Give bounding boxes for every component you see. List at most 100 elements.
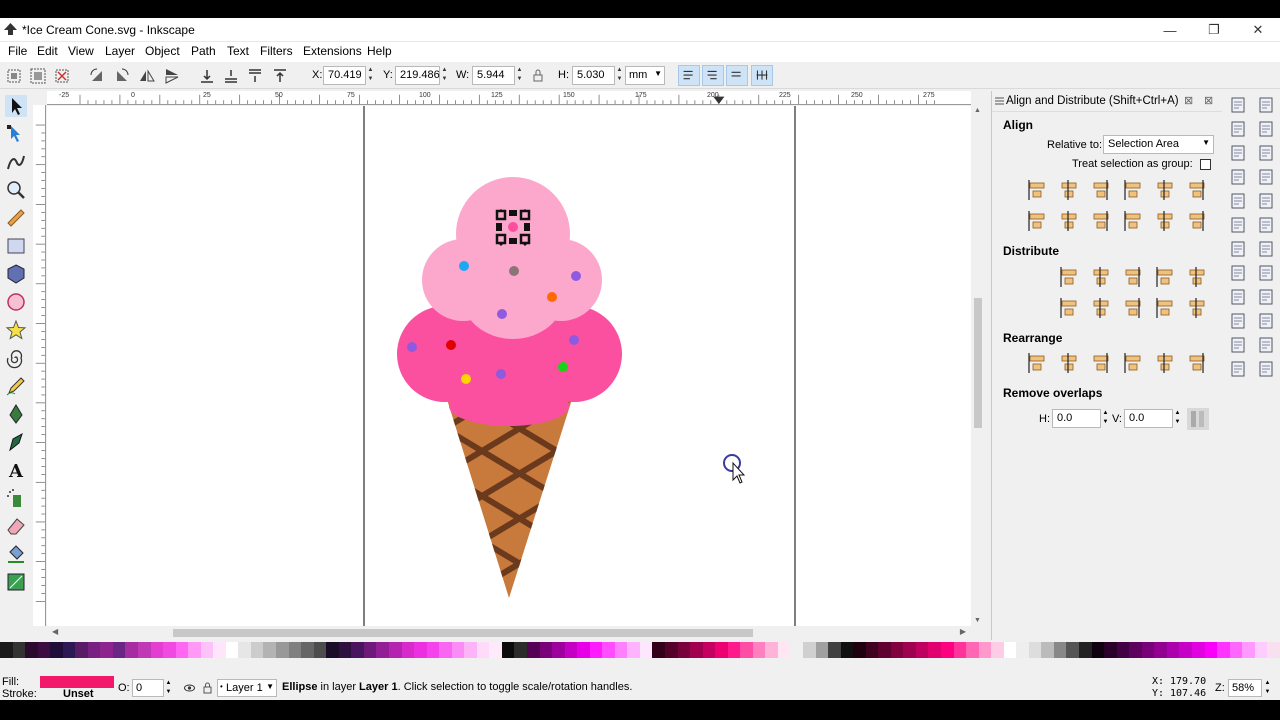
y-field[interactable]: 219.486 — [395, 66, 440, 85]
palette-swatch[interactable] — [815, 642, 829, 658]
overlap-h-spinner[interactable]: ▲ ▼ — [1101, 409, 1110, 428]
layer-lock-icon[interactable] — [203, 682, 212, 694]
palette-swatch[interactable] — [1041, 642, 1054, 658]
menu-path[interactable]: Path — [191, 44, 216, 58]
palette-swatch[interactable] — [225, 642, 239, 658]
palette-swatch[interactable] — [1003, 642, 1017, 658]
palette-swatch[interactable] — [878, 642, 891, 658]
palette-swatch[interactable] — [602, 642, 615, 658]
rearrange-3-icon[interactable] — [1090, 352, 1112, 374]
pencil-tool-icon[interactable] — [5, 375, 27, 397]
palette-swatch[interactable] — [451, 642, 465, 658]
redo-icon[interactable] — [1257, 168, 1275, 186]
palette-swatch[interactable] — [740, 642, 753, 658]
palette-swatch[interactable] — [1254, 642, 1268, 658]
palette-swatch[interactable] — [1217, 642, 1230, 658]
move-gradients-toggle[interactable] — [726, 65, 748, 86]
fill-stroke-icon[interactable] — [1257, 312, 1275, 330]
open-document-icon[interactable] — [1257, 96, 1275, 114]
palette-swatch[interactable] — [953, 642, 967, 658]
new-document-icon[interactable] — [1229, 96, 1247, 114]
close-button[interactable]: ✕ — [1236, 18, 1280, 42]
opacity-field[interactable]: 0 — [132, 679, 164, 697]
unit-select[interactable]: mm ▼ — [625, 66, 665, 85]
fill-swatch[interactable] — [40, 676, 114, 688]
dock-iconify-icon[interactable]: ⊠ — [1184, 94, 1193, 107]
palette-swatch[interactable] — [514, 642, 527, 658]
vertical-scrollbar[interactable]: ▲ ▼ — [971, 91, 985, 626]
palette-swatch[interactable] — [75, 642, 88, 658]
stroke-value[interactable]: Unset — [63, 688, 94, 700]
scroll-right-icon[interactable]: ▶ — [960, 627, 966, 636]
scroll-up-icon[interactable]: ▲ — [974, 107, 981, 114]
palette-swatch[interactable] — [163, 642, 176, 658]
rearrange-5-icon[interactable] — [1154, 352, 1176, 374]
drawing-canvas[interactable] — [47, 106, 971, 626]
align-row2-6-icon[interactable] — [1186, 210, 1208, 232]
palette-swatch[interactable] — [301, 642, 314, 658]
palette-swatch[interactable] — [1166, 642, 1180, 658]
horizontal-scrollbar[interactable]: ◀ ▶ — [47, 626, 971, 640]
distribute-row2-5-icon[interactable] — [1186, 297, 1208, 319]
palette-swatch[interactable] — [125, 642, 139, 658]
palette-swatch[interactable] — [777, 642, 791, 658]
palette-swatch[interactable] — [790, 642, 803, 658]
copy-icon[interactable] — [1229, 192, 1247, 210]
width-field[interactable]: 5.944 — [472, 66, 515, 85]
palette-swatch[interactable] — [690, 642, 703, 658]
palette-swatch[interactable] — [1191, 642, 1205, 658]
palette-swatch[interactable] — [539, 642, 553, 658]
palette-swatch[interactable] — [614, 642, 628, 658]
menu-file[interactable]: File — [8, 44, 27, 58]
palette-swatch[interactable] — [351, 642, 364, 658]
spiral-tool-icon[interactable] — [5, 347, 27, 369]
palette-swatch[interactable] — [1053, 642, 1067, 658]
undo-icon[interactable] — [1229, 168, 1247, 186]
select-all-icon[interactable] — [5, 67, 23, 85]
palette-swatch[interactable] — [376, 642, 389, 658]
flip-vertical-icon[interactable] — [163, 67, 181, 85]
palette-swatch[interactable] — [87, 642, 101, 658]
menu-edit[interactable]: Edit — [37, 44, 58, 58]
text-tool-icon[interactable]: A — [5, 459, 27, 481]
ungroup-icon[interactable] — [1229, 312, 1247, 330]
palette-swatch[interactable] — [715, 642, 728, 658]
palette-swatch[interactable] — [1129, 642, 1142, 658]
palette-swatch[interactable] — [439, 642, 452, 658]
duplicate-icon[interactable] — [1229, 264, 1247, 282]
select-all-layers-icon[interactable] — [29, 67, 47, 85]
align-row2-2-icon[interactable] — [1058, 210, 1080, 232]
palette-swatch[interactable] — [489, 642, 502, 658]
overlap-v-field[interactable]: 0.0 — [1124, 409, 1173, 428]
palette-swatch[interactable] — [1104, 642, 1117, 658]
tweak-tool-icon[interactable] — [5, 151, 27, 173]
treat-group-checkbox[interactable] — [1200, 159, 1211, 170]
rectangle-tool-icon[interactable] — [5, 235, 27, 257]
distribute-row1-3-icon[interactable] — [1122, 266, 1144, 288]
align-row1-6-icon[interactable] — [1186, 179, 1208, 201]
align-row1-3-icon[interactable] — [1090, 179, 1112, 201]
overlap-h-field[interactable]: 0.0 — [1052, 409, 1101, 428]
paste-icon[interactable] — [1229, 216, 1247, 234]
height-spinner[interactable]: ▲ ▼ — [615, 66, 624, 85]
zoom-spinner[interactable]: ▲ ▼ — [1263, 679, 1272, 697]
ellipse-tool-icon[interactable] — [5, 291, 27, 313]
vertical-scroll-thumb[interactable] — [974, 298, 982, 428]
rearrange-6-icon[interactable] — [1186, 352, 1208, 374]
lock-icon[interactable] — [531, 68, 545, 84]
distribute-row2-4-icon[interactable] — [1154, 297, 1176, 319]
palette-swatch[interactable] — [752, 642, 766, 658]
palette-swatch[interactable] — [25, 642, 38, 658]
ice-cream-cone[interactable] — [397, 177, 622, 626]
menu-filters[interactable]: Filters — [260, 44, 293, 58]
palette-swatch[interactable] — [250, 642, 264, 658]
x-field[interactable]: 70.419 — [323, 66, 366, 85]
distribute-row1-4-icon[interactable] — [1154, 266, 1176, 288]
align-row1-1-icon[interactable] — [1026, 179, 1048, 201]
palette-swatch[interactable] — [765, 642, 778, 658]
palette-swatch[interactable] — [828, 642, 841, 658]
palette-swatch[interactable] — [238, 642, 251, 658]
distribute-row1-5-icon[interactable] — [1186, 266, 1208, 288]
palette-swatch[interactable] — [276, 642, 289, 658]
palette-swatch[interactable] — [313, 642, 327, 658]
